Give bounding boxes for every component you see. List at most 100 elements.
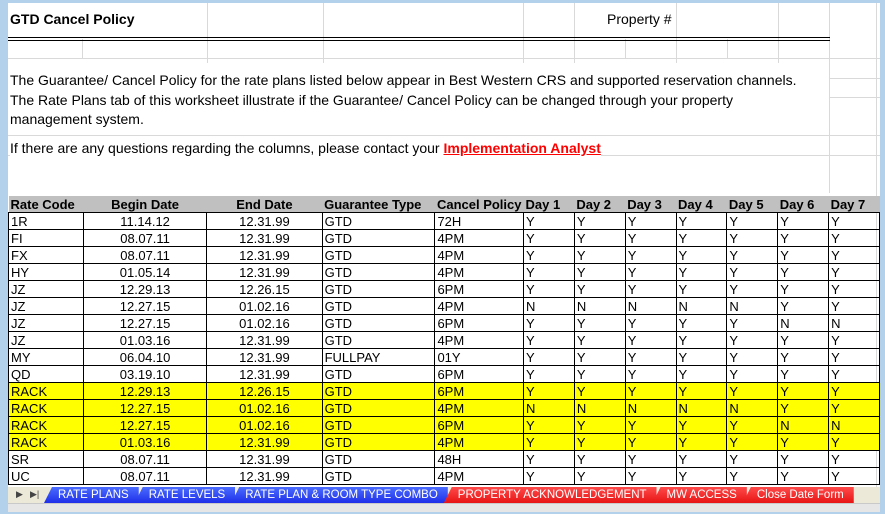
table-cell[interactable]: 01.03.16 [82, 433, 208, 451]
table-cell[interactable]: Y [777, 229, 830, 247]
table-cell[interactable]: 6PM [434, 280, 524, 298]
table-cell[interactable]: Y [675, 246, 728, 264]
table-cell[interactable]: Y [726, 450, 779, 468]
table-cell[interactable]: RACK [8, 433, 84, 451]
table-cell[interactable]: Y [624, 450, 677, 468]
table-cell[interactable]: 01.03.16 [82, 331, 208, 349]
table-cell[interactable]: HY [8, 263, 84, 281]
table-cell[interactable]: N [624, 399, 677, 417]
table-cell[interactable]: UC [8, 467, 84, 485]
table-cell[interactable]: Y [573, 450, 626, 468]
table-cell[interactable]: 4PM [434, 433, 524, 451]
table-cell[interactable]: Y [523, 450, 575, 468]
worksheet[interactable]: GTD Cancel Policy Property # The Guarant… [8, 3, 880, 487]
table-cell[interactable]: N [777, 314, 830, 332]
table-cell[interactable]: Y [523, 229, 575, 247]
table-cell[interactable]: 12.31.99 [206, 348, 323, 366]
table-cell[interactable]: 6PM [434, 365, 524, 383]
table-cell[interactable]: GTD [321, 229, 436, 247]
table-cell[interactable]: Y [523, 331, 575, 349]
table-cell[interactable]: 12.31.99 [206, 246, 323, 264]
table-cell[interactable]: 01.02.16 [206, 399, 323, 417]
table-cell[interactable]: Y [726, 365, 779, 383]
table-cell[interactable]: 01.02.16 [206, 416, 323, 434]
table-cell[interactable]: 4PM [434, 297, 524, 315]
table-cell[interactable]: Y [726, 229, 779, 247]
table-cell[interactable]: Y [573, 382, 626, 400]
table-cell[interactable]: 6PM [434, 416, 524, 434]
table-cell[interactable]: Y [726, 314, 779, 332]
table-cell[interactable]: Y [675, 365, 728, 383]
table-cell[interactable]: 48H [434, 450, 524, 468]
table-cell[interactable]: Y [777, 246, 830, 264]
table-cell[interactable]: Y [523, 433, 575, 451]
table-cell[interactable]: JZ [8, 280, 84, 298]
table-cell[interactable]: JZ [8, 314, 84, 332]
column-header[interactable]: Cancel Policy [434, 196, 524, 213]
table-cell[interactable]: Y [573, 331, 626, 349]
table-cell[interactable]: 12.29.13 [82, 280, 208, 298]
table-cell[interactable]: JZ [8, 297, 84, 315]
table-cell[interactable]: 12.27.15 [82, 399, 208, 417]
table-cell[interactable]: 4PM [434, 399, 524, 417]
table-cell[interactable]: FX [8, 246, 84, 264]
column-header[interactable]: Rate Code [8, 196, 84, 213]
table-cell[interactable]: QD [8, 365, 84, 383]
table-cell[interactable]: Y [573, 246, 626, 264]
column-header[interactable]: End Date [206, 196, 323, 213]
table-cell[interactable]: 12.27.15 [82, 416, 208, 434]
table-cell[interactable]: 12.31.99 [206, 467, 323, 485]
table-cell[interactable]: GTD [321, 365, 436, 383]
table-cell[interactable]: Y [624, 280, 677, 298]
table-cell[interactable]: Y [777, 348, 830, 366]
table-cell[interactable]: Y [777, 365, 830, 383]
table-cell[interactable]: 12.31.99 [206, 212, 323, 230]
table-cell[interactable]: 08.07.11 [82, 246, 208, 264]
table-cell[interactable]: 01.05.14 [82, 263, 208, 281]
table-cell[interactable]: Y [828, 450, 880, 468]
table-cell[interactable]: N [828, 314, 880, 332]
table-cell[interactable]: Y [675, 348, 728, 366]
sheet-tab[interactable]: MW ACCESS [652, 487, 747, 503]
table-cell[interactable]: FULLPAY [321, 348, 436, 366]
table-cell[interactable]: Y [624, 229, 677, 247]
table-cell[interactable]: Y [573, 229, 626, 247]
table-cell[interactable]: Y [675, 416, 728, 434]
table-cell[interactable]: Y [573, 416, 626, 434]
table-cell[interactable]: 4PM [434, 467, 524, 485]
table-cell[interactable]: 12.31.99 [206, 433, 323, 451]
table-cell[interactable]: Y [828, 263, 880, 281]
table-cell[interactable]: GTD [321, 263, 436, 281]
table-cell[interactable]: Y [573, 212, 626, 230]
table-cell[interactable]: MY [8, 348, 84, 366]
sheet-tab[interactable]: RATE PLANS [44, 487, 139, 503]
table-cell[interactable]: N [726, 297, 779, 315]
table-cell[interactable]: Y [624, 246, 677, 264]
table-cell[interactable]: 4PM [434, 246, 524, 264]
table-cell[interactable]: Y [523, 416, 575, 434]
table-cell[interactable]: Y [523, 280, 575, 298]
next-sheet-icon[interactable]: ▶ [16, 489, 23, 500]
table-cell[interactable]: Y [777, 433, 830, 451]
table-cell[interactable]: Y [828, 331, 880, 349]
table-cell[interactable]: Y [726, 263, 779, 281]
table-cell[interactable]: Y [675, 280, 728, 298]
table-cell[interactable]: 1R [8, 212, 84, 230]
table-cell[interactable]: N [777, 416, 830, 434]
table-cell[interactable]: Y [624, 467, 677, 485]
table-cell[interactable]: Y [523, 467, 575, 485]
table-cell[interactable]: Y [573, 348, 626, 366]
table-cell[interactable]: Y [726, 246, 779, 264]
table-cell[interactable]: 12.31.99 [206, 229, 323, 247]
table-cell[interactable]: GTD [321, 433, 436, 451]
table-cell[interactable]: Y [624, 433, 677, 451]
table-cell[interactable]: Y [624, 263, 677, 281]
table-cell[interactable]: Y [726, 467, 779, 485]
table-cell[interactable]: Y [675, 450, 728, 468]
table-cell[interactable]: Y [777, 399, 830, 417]
table-cell[interactable]: 12.29.13 [82, 382, 208, 400]
implementation-analyst-link[interactable]: Implementation Analyst [443, 140, 600, 156]
horizontal-scrollbar[interactable] [8, 503, 880, 512]
table-cell[interactable]: 11.14.12 [82, 212, 208, 230]
table-cell[interactable]: Y [523, 348, 575, 366]
